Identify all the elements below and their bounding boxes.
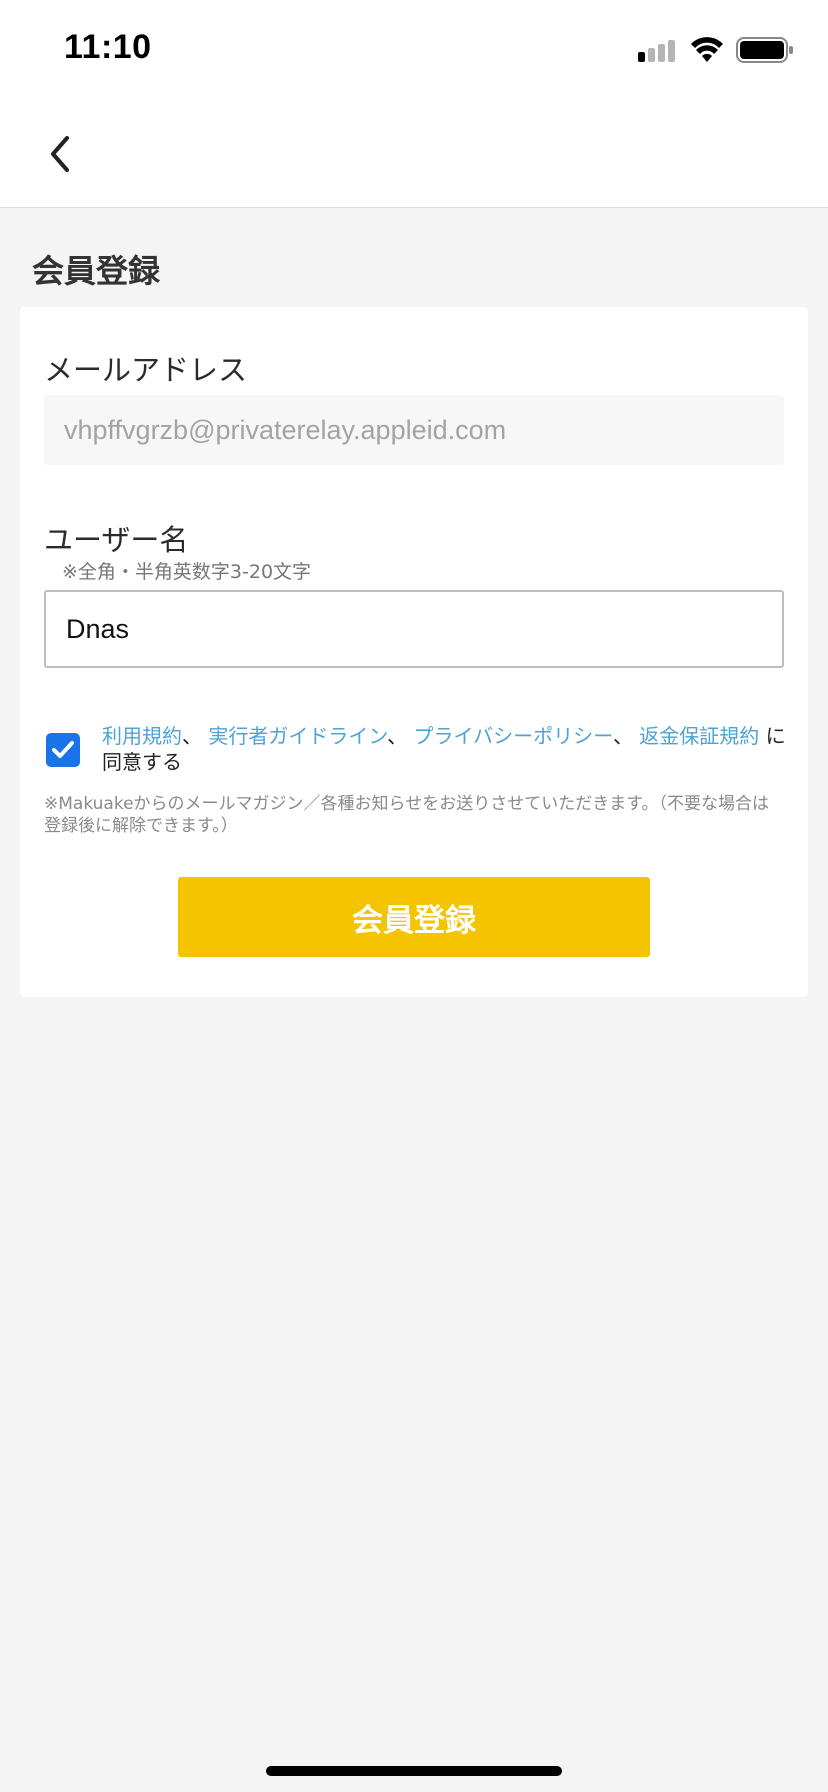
refund-policy-link[interactable]: 返金保証規約 xyxy=(639,724,759,748)
separator: 、 xyxy=(612,724,633,748)
email-value: vhpffvgrzb@privaterelay.appleid.com xyxy=(64,414,507,445)
privacy-policy-link[interactable]: プライバシーポリシー xyxy=(414,724,613,748)
home-indicator xyxy=(266,1766,562,1776)
email-label: メールアドレス xyxy=(44,353,248,387)
agreement-text: 利用規約、 実行者ガイドライン、 プライバシーポリシー、 返金保証規約 に同意す… xyxy=(102,723,802,775)
back-button[interactable] xyxy=(36,130,84,178)
terms-link[interactable]: 利用規約 xyxy=(102,724,182,748)
username-hint: ※全角・半角英数字3-20文字 xyxy=(62,561,312,583)
cellular-signal-icon xyxy=(638,40,675,62)
battery-icon xyxy=(736,37,793,63)
wifi-icon xyxy=(691,37,723,62)
registration-form-card: メールアドレス vhpffvgrzb@privaterelay.appleid.… xyxy=(20,307,808,997)
username-label: ユーザー名 xyxy=(44,523,189,557)
chevron-left-icon xyxy=(51,136,69,172)
separator: 、 xyxy=(387,724,408,748)
guidelines-link[interactable]: 実行者ガイドライン xyxy=(208,724,387,748)
page-title: 会員登録 xyxy=(32,252,161,290)
status-time: 11:10 xyxy=(64,28,152,66)
separator: 、 xyxy=(182,724,202,748)
username-input[interactable] xyxy=(44,590,784,668)
agreement-checkbox[interactable] xyxy=(46,733,80,767)
email-field: vhpffvgrzb@privaterelay.appleid.com xyxy=(44,395,784,465)
register-button[interactable]: 会員登録 xyxy=(178,877,650,957)
checkmark-icon xyxy=(52,741,74,758)
status-bar: 11:10 xyxy=(0,0,828,100)
nav-bar xyxy=(0,100,828,208)
newsletter-notice: ※Makuakeからのメールマガジン／各種お知らせをお送りさせていただきます。（… xyxy=(44,794,769,836)
